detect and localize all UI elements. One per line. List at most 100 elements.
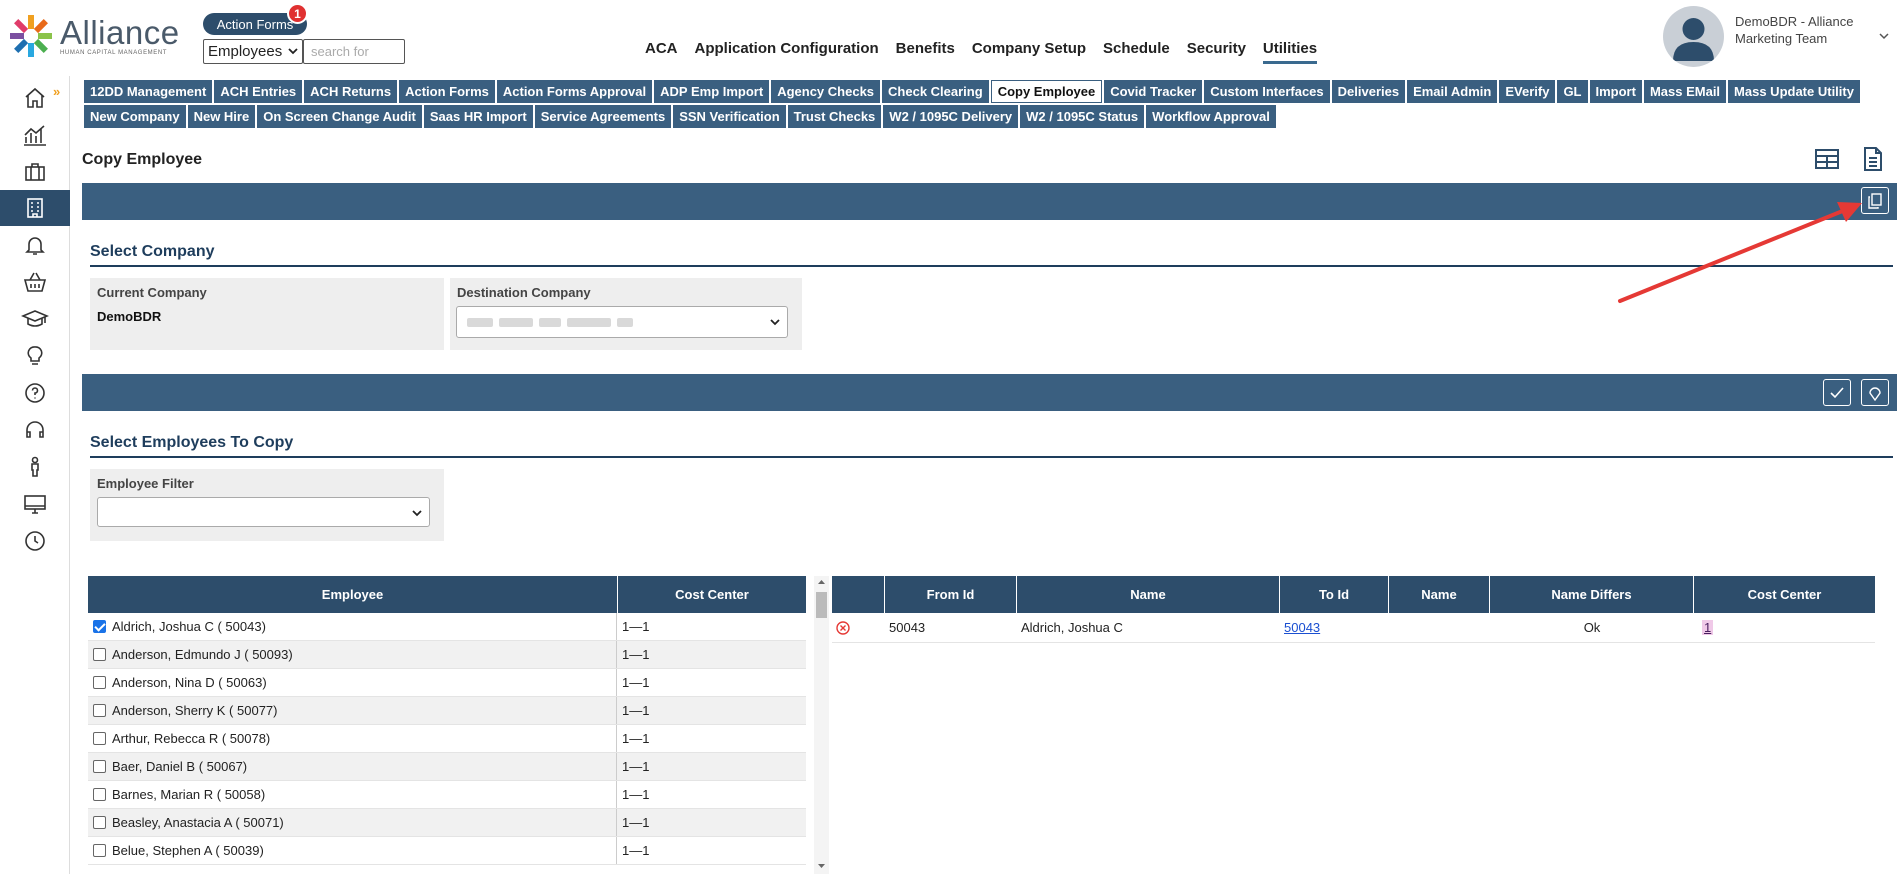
sidebar-history[interactable] (0, 523, 70, 559)
tab-12dd-management[interactable]: 12DD Management (84, 80, 213, 103)
tab-everify[interactable]: EVerify (1499, 80, 1556, 103)
table-row[interactable]: Aldrich, Joshua C ( 50043) 1—1 (88, 613, 806, 641)
sidebar-training[interactable] (0, 301, 70, 337)
clock-icon (25, 531, 45, 551)
document-icon[interactable] (1862, 146, 1884, 172)
user-menu-chevron-icon[interactable] (1879, 31, 1889, 41)
employee-checkbox[interactable] (93, 816, 106, 829)
sidebar-monitor[interactable] (0, 486, 70, 522)
tab-copy-employee[interactable]: Copy Employee (990, 80, 1103, 103)
tab-ach-entries[interactable]: ACH Entries (214, 80, 303, 103)
tab-agency-checks[interactable]: Agency Checks (771, 80, 881, 103)
tab-ach-returns[interactable]: ACH Returns (304, 80, 398, 103)
nav-utilities[interactable]: Utilities (1262, 40, 1318, 64)
tab-deliveries[interactable]: Deliveries (1331, 80, 1406, 103)
tab-adp-emp-import[interactable]: ADP Emp Import (654, 80, 770, 103)
avatar[interactable] (1663, 6, 1724, 67)
sidebar-analytics[interactable] (0, 117, 70, 153)
column-header-employee[interactable]: Employee (88, 576, 618, 613)
column-header-to-id[interactable]: To Id (1280, 576, 1389, 613)
employee-checkbox[interactable] (93, 676, 106, 689)
employee-type-select[interactable]: Employees (203, 39, 303, 64)
to-id-link[interactable]: 50043 (1284, 620, 1320, 635)
table-row[interactable]: Anderson, Edmundo J ( 50093) 1—1 (88, 641, 806, 669)
cost-center-link[interactable]: 1 (1702, 620, 1714, 635)
sidebar-help[interactable] (0, 375, 70, 411)
check-button[interactable] (1823, 379, 1851, 406)
tab-saas-hr-import[interactable]: Saas HR Import (423, 105, 533, 128)
tab-new-hire[interactable]: New Hire (187, 105, 256, 128)
table-row[interactable]: Baer, Daniel B ( 50067) 1—1 (88, 753, 806, 781)
tab-w2-1095c-status[interactable]: W2 / 1095C Status (1020, 105, 1145, 128)
nav-benefits[interactable]: Benefits (896, 40, 955, 64)
column-header-name-differs[interactable]: Name Differs (1490, 576, 1694, 613)
employee-checkbox[interactable] (93, 788, 106, 801)
employee-checkbox[interactable] (93, 704, 106, 717)
column-header-cost-center[interactable]: Cost Center (1694, 576, 1875, 613)
nav-application-configuration[interactable]: Application Configuration (695, 40, 879, 64)
basket-icon (23, 272, 47, 292)
employee-checkbox[interactable] (93, 732, 106, 745)
check-icon (1830, 386, 1844, 398)
employee-checkbox[interactable] (93, 760, 106, 773)
tab-action-forms[interactable]: Action Forms (399, 80, 495, 103)
tab-covid-tracker[interactable]: Covid Tracker (1104, 80, 1203, 103)
table-row[interactable]: Anderson, Nina D ( 50063) 1—1 (88, 669, 806, 697)
grid-view-icon[interactable] (1814, 148, 1840, 170)
tab-email-admin[interactable]: Email Admin (1407, 80, 1498, 103)
nav-aca[interactable]: ACA (645, 40, 678, 64)
copy-button[interactable] (1861, 187, 1889, 214)
nav-company-setup[interactable]: Company Setup (972, 40, 1086, 64)
table-row[interactable]: Belue, Stephen A ( 50039) 1—1 (88, 837, 806, 865)
tab-ssn-verification[interactable]: SSN Verification (673, 105, 786, 128)
tab-action-forms-approval[interactable]: Action Forms Approval (496, 80, 653, 103)
scrollbar-thumb[interactable] (816, 592, 827, 618)
tab-mass-email[interactable]: Mass EMail (1643, 80, 1727, 103)
sidebar-home[interactable] (0, 80, 70, 116)
column-header-cost-center[interactable]: Cost Center (618, 576, 806, 613)
destination-company-select[interactable] (456, 306, 788, 338)
user-name[interactable]: DemoBDR - Alliance Marketing Team (1735, 13, 1865, 47)
tab-check-clearing[interactable]: Check Clearing (882, 80, 989, 103)
sidebar-basket[interactable] (0, 264, 70, 300)
remove-row-cell[interactable] (832, 613, 885, 642)
scroll-up-icon[interactable] (814, 576, 829, 588)
employee-checkbox[interactable] (93, 648, 106, 661)
sidebar-company[interactable] (0, 190, 70, 226)
table-row[interactable]: Barnes, Marian R ( 50058) 1—1 (88, 781, 806, 809)
tab-on-screen-change-audit[interactable]: On Screen Change Audit (257, 105, 422, 128)
employee-name: Anderson, Edmundo J ( 50093) (112, 647, 293, 662)
tab-new-company[interactable]: New Company (84, 105, 186, 128)
employee-checkbox[interactable] (93, 620, 106, 633)
tab-import[interactable]: Import (1589, 80, 1642, 103)
tab-custom-interfaces[interactable]: Custom Interfaces (1204, 80, 1330, 103)
cost-center-cell: 1—1 (622, 675, 650, 690)
table-row[interactable]: Arthur, Rebecca R ( 50078) 1—1 (88, 725, 806, 753)
tab-gl[interactable]: GL (1557, 80, 1588, 103)
column-header-to-name[interactable]: Name (1389, 576, 1490, 613)
employees-scrollbar[interactable] (814, 576, 829, 874)
table-row[interactable]: Beasley, Anastacia A ( 50071) 1—1 (88, 809, 806, 837)
column-header-name[interactable]: Name (1017, 576, 1280, 613)
tab-mass-update-utility[interactable]: Mass Update Utility (1728, 80, 1860, 103)
tab-service-agreements[interactable]: Service Agreements (534, 105, 672, 128)
sidebar-person[interactable] (0, 449, 70, 485)
tab-trust-checks[interactable]: Trust Checks (787, 105, 882, 128)
employee-checkbox[interactable] (93, 844, 106, 857)
table-row[interactable]: Anderson, Sherry K ( 50077) 1—1 (88, 697, 806, 725)
column-header-from-id[interactable]: From Id (885, 576, 1017, 613)
scroll-down-icon[interactable] (814, 860, 829, 872)
location-button[interactable] (1861, 379, 1889, 406)
sidebar-support[interactable] (0, 412, 70, 448)
tab-workflow-approval[interactable]: Workflow Approval (1146, 105, 1276, 128)
nav-schedule[interactable]: Schedule (1103, 40, 1170, 64)
employee-filter-select[interactable] (97, 497, 430, 527)
remove-circle-icon[interactable] (835, 620, 851, 636)
sidebar-ideas[interactable] (0, 338, 70, 374)
sidebar-briefcase[interactable] (0, 154, 70, 190)
nav-security[interactable]: Security (1187, 40, 1246, 64)
sidebar-notifications[interactable] (0, 227, 70, 263)
logo[interactable]: Alliance HUMAN CAPITAL MANAGEMENT (8, 12, 180, 60)
search-input[interactable]: search for (303, 39, 405, 64)
tab-w2-1095c-delivery[interactable]: W2 / 1095C Delivery (883, 105, 1019, 128)
